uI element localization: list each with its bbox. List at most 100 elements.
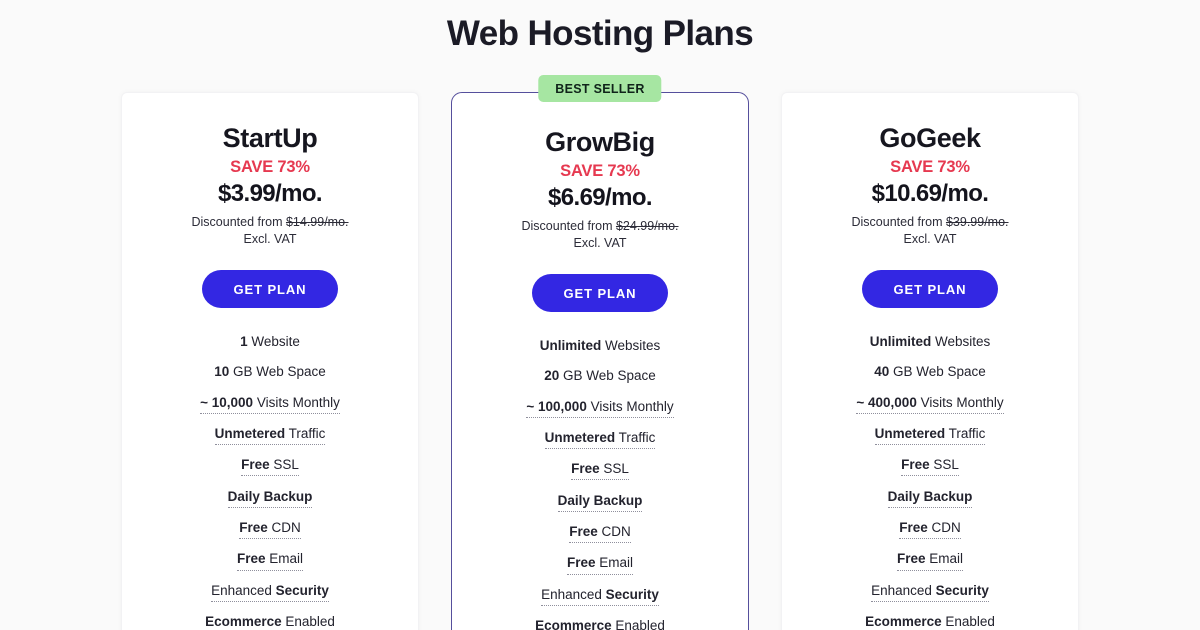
feature-item[interactable]: Free CDN: [800, 520, 1060, 540]
feature-item[interactable]: Free Email: [140, 551, 400, 571]
page-title: Web Hosting Plans: [446, 14, 754, 53]
feature-strong: Unmetered: [214, 425, 286, 441]
feature-strong: Free: [241, 457, 270, 473]
feature-item[interactable]: Enhanced Security: [800, 583, 1060, 602]
feature-strong: Daily Backup: [557, 492, 643, 508]
feature-item: Unlimited Websites: [470, 338, 730, 356]
feature-light: GB Web Space: [889, 364, 986, 380]
feature-item: 20 GB Web Space: [470, 368, 730, 386]
feature-item[interactable]: Ecommerce Enabled: [140, 614, 400, 630]
feature-text: 20 GB Web Space: [544, 368, 656, 386]
feature-item[interactable]: ~ 10,000 Visits Monthly: [140, 395, 400, 414]
feature-light: Enabled: [611, 618, 665, 630]
feature-light: Traffic: [945, 425, 986, 441]
feature-list: 1 Website 10 GB Web Space ~ 10,000 Visits …: [140, 334, 400, 630]
feature-item[interactable]: Free SSL: [470, 461, 730, 481]
feature-item[interactable]: Unmetered Traffic: [470, 429, 730, 450]
feature-strong: 1: [240, 333, 248, 349]
feature-item[interactable]: Enhanced Security: [470, 587, 730, 606]
feature-item: Unlimited Websites: [800, 334, 1060, 352]
feature-item[interactable]: Enhanced Security: [140, 583, 400, 602]
plan-price: $3.99/mo.: [218, 180, 323, 208]
feature-text: Free Email: [566, 555, 634, 575]
get-plan-button[interactable]: GET PLAN: [861, 269, 999, 308]
feature-strong: Ecommerce: [865, 614, 942, 630]
feature-item[interactable]: Free Email: [470, 555, 730, 575]
feature-light: Enhanced: [541, 586, 606, 602]
feature-text: Free CDN: [899, 520, 961, 540]
feature-text: Free Email: [896, 551, 964, 571]
feature-text: Ecommerce Enabled: [205, 614, 335, 630]
feature-list: Unlimited Websites 20 GB Web Space ~ 100,0…: [470, 338, 730, 630]
feature-light: SSL: [599, 461, 629, 477]
feature-light: Enabled: [281, 614, 335, 630]
feature-item[interactable]: Free SSL: [800, 457, 1060, 477]
feature-strong-after: Security: [935, 582, 989, 598]
feature-text: ~ 100,000 Visits Monthly: [526, 398, 674, 418]
feature-item[interactable]: Ecommerce Enabled: [800, 614, 1060, 630]
feature-strong-after: Security: [275, 582, 329, 598]
feature-strong: 10: [214, 364, 230, 380]
feature-item[interactable]: Free SSL: [140, 457, 400, 477]
feature-item[interactable]: ~ 400,000 Visits Monthly: [800, 395, 1060, 414]
feature-item[interactable]: Unmetered Traffic: [800, 425, 1060, 446]
feature-strong: ~ 100,000: [526, 398, 587, 414]
feature-light: Enhanced: [871, 582, 936, 598]
feature-item: 1 Website: [140, 334, 400, 352]
feature-light: CDN: [597, 524, 631, 540]
plan-discount-line: Discounted from $24.99/mo.: [470, 218, 730, 235]
feature-text: Unmetered Traffic: [874, 425, 986, 446]
plan-save-badge: SAVE 73%: [230, 158, 310, 177]
feature-light: Traffic: [285, 425, 326, 441]
plan-old-price: $14.99/mo.: [285, 215, 349, 230]
feature-item[interactable]: Daily Backup: [800, 489, 1060, 508]
feature-strong: Daily Backup: [887, 488, 973, 504]
feature-strong: Free: [569, 524, 598, 540]
feature-light: SSL: [929, 457, 959, 473]
feature-item[interactable]: Daily Backup: [470, 493, 730, 512]
feature-light: Website: [247, 333, 300, 349]
feature-light: Visits Monthly: [916, 394, 1004, 410]
feature-item: 40 GB Web Space: [800, 364, 1060, 382]
discount-prefix: Discounted from: [191, 215, 286, 230]
discount-prefix: Discounted from: [521, 219, 616, 234]
plan-vat-note: Excl. VAT: [243, 231, 297, 246]
feature-item[interactable]: Ecommerce Enabled: [470, 618, 730, 630]
feature-item[interactable]: Free CDN: [140, 520, 400, 540]
plan-name: GrowBig: [545, 127, 655, 157]
feature-strong: 40: [874, 364, 890, 380]
feature-text: Free SSL: [241, 457, 299, 477]
feature-item[interactable]: Free CDN: [470, 524, 730, 544]
feature-light: Traffic: [615, 429, 656, 445]
plan-old-price: $24.99/mo.: [615, 219, 679, 234]
feature-light: GB Web Space: [559, 368, 656, 384]
discount-prefix: Discounted from: [851, 215, 946, 230]
feature-text: Ecommerce Enabled: [865, 614, 995, 630]
feature-strong: Free: [239, 520, 268, 536]
plan-price: $10.69/mo.: [871, 180, 989, 208]
feature-strong: Free: [566, 555, 596, 571]
feature-item[interactable]: Daily Backup: [140, 489, 400, 508]
feature-text: Free CDN: [239, 520, 301, 540]
feature-text: Free Email: [236, 551, 304, 571]
get-plan-button[interactable]: GET PLAN: [531, 273, 669, 312]
feature-light: Visits Monthly: [586, 398, 674, 414]
feature-text: Unmetered Traffic: [214, 425, 326, 446]
feature-item[interactable]: ~ 100,000 Visits Monthly: [470, 399, 730, 418]
feature-strong: Ecommerce: [535, 618, 612, 630]
get-plan-button[interactable]: GET PLAN: [201, 269, 339, 308]
feature-strong: Free: [899, 520, 928, 536]
feature-item[interactable]: Unmetered Traffic: [140, 425, 400, 446]
feature-strong: Unlimited: [539, 337, 602, 353]
cta-container: GET PLAN: [800, 269, 1060, 308]
feature-strong: Unmetered: [544, 429, 616, 445]
feature-text: 1 Website: [240, 334, 300, 352]
feature-text: 10 GB Web Space: [214, 364, 326, 382]
feature-text: Daily Backup: [227, 489, 313, 508]
feature-item[interactable]: Free Email: [800, 551, 1060, 571]
plan-price: $6.69/mo.: [548, 184, 653, 212]
feature-light: Websites: [601, 337, 661, 353]
plan-vat-note: Excl. VAT: [573, 235, 627, 250]
feature-text: Unmetered Traffic: [544, 429, 656, 450]
feature-text: Free SSL: [901, 457, 959, 477]
